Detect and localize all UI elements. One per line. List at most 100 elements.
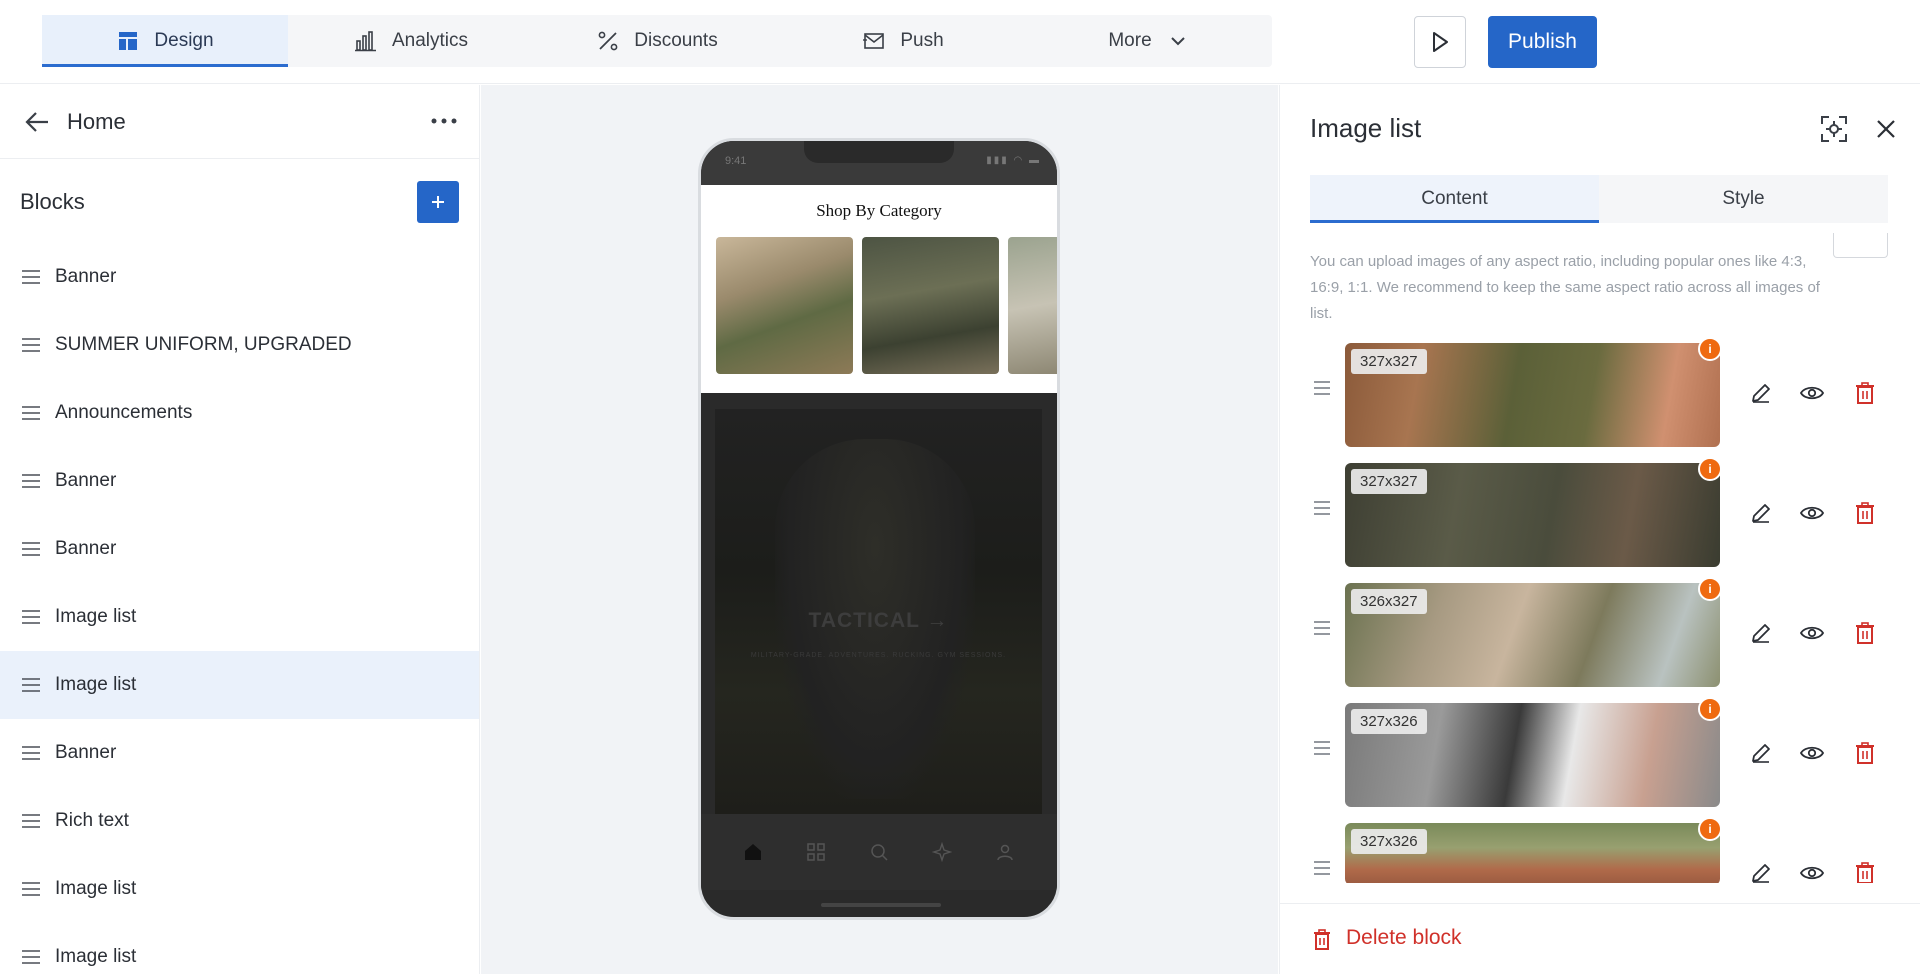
trash-icon[interactable] <box>1853 741 1877 765</box>
drag-handle-icon[interactable] <box>22 270 40 284</box>
edit-pencil-icon[interactable] <box>1749 741 1773 765</box>
tab-label: Discounts <box>634 30 718 51</box>
drag-handle-icon[interactable] <box>22 746 40 760</box>
block-label: Image list <box>55 946 137 967</box>
block-item[interactable]: SUMMER UNIFORM, UPGRADED <box>0 311 479 379</box>
sparkle-icon[interactable] <box>932 842 953 862</box>
block-item[interactable]: Image list <box>0 855 479 923</box>
partial-input-field[interactable] <box>1833 233 1888 258</box>
image-size-badge: 327x327 <box>1351 469 1427 494</box>
edit-pencil-icon[interactable] <box>1749 501 1773 525</box>
tab-style[interactable]: Style <box>1599 175 1888 223</box>
drag-handle-icon[interactable] <box>1314 621 1330 635</box>
play-icon <box>1433 32 1448 52</box>
more-dots-icon[interactable] <box>430 115 458 127</box>
drag-handle-icon[interactable] <box>22 950 40 964</box>
block-label: Image list <box>55 878 137 899</box>
category-image[interactable] <box>716 237 853 374</box>
trash-icon[interactable] <box>1853 501 1877 525</box>
phone-preview[interactable]: 9:41 ▮▮▮ ◠ ▬ Shop By Category TACTICAL →… <box>698 138 1060 920</box>
panel-title: Image list <box>1310 113 1422 143</box>
eye-icon[interactable] <box>1800 621 1824 645</box>
edit-pencil-icon[interactable] <box>1749 381 1773 405</box>
panel-tabs: Content Style <box>1310 175 1888 223</box>
drag-handle-icon[interactable] <box>1314 741 1330 755</box>
drag-handle-icon[interactable] <box>22 406 40 420</box>
info-icon[interactable]: i <box>1698 817 1722 841</box>
info-icon[interactable]: i <box>1698 577 1722 601</box>
eye-icon[interactable] <box>1800 741 1824 765</box>
tab-design[interactable]: Design <box>42 15 288 67</box>
block-label: Image list <box>55 674 137 695</box>
drag-handle-icon[interactable] <box>1314 501 1330 515</box>
block-item[interactable]: Image list <box>0 583 479 651</box>
shop-section-title: Shop By Category <box>816 201 942 220</box>
close-icon[interactable] <box>1875 118 1897 140</box>
block-item[interactable]: Banner <box>0 719 479 787</box>
add-block-button[interactable] <box>417 181 459 223</box>
panel-footer: Delete block <box>1280 903 1920 974</box>
info-icon[interactable]: i <box>1698 457 1722 481</box>
blocks-title: Blocks <box>20 189 85 214</box>
focus-target-icon[interactable] <box>1820 115 1848 143</box>
tab-content[interactable]: Content <box>1310 175 1599 223</box>
panel-content[interactable]: You can upload images of any aspect rati… <box>1280 233 1920 883</box>
tactical-banner[interactable]: TACTICAL → MILITARY-GRADE. ADVENTURES. R… <box>715 409 1042 814</box>
block-item[interactable]: Image list <box>0 923 479 974</box>
edit-pencil-icon[interactable] <box>1749 861 1773 883</box>
tab-more[interactable]: More <box>1026 15 1272 67</box>
image-list-item: 327x327 i <box>1280 333 1920 447</box>
chevron-down-icon <box>1170 37 1185 46</box>
eye-icon[interactable] <box>1800 861 1824 883</box>
block-item[interactable]: Banner <box>0 243 479 311</box>
block-item-selected[interactable]: Image list <box>0 651 479 719</box>
blocks-sidebar: Home Blocks Banner SUMMER UNIFORM, UPGRA… <box>0 85 480 974</box>
block-item[interactable]: Banner <box>0 447 479 515</box>
drag-handle-icon[interactable] <box>22 610 40 624</box>
drag-handle-icon[interactable] <box>1314 381 1330 395</box>
top-bar: Design Analytics Discounts Push More Pub… <box>0 0 1920 84</box>
drag-handle-icon[interactable] <box>22 882 40 896</box>
trash-icon[interactable] <box>1853 381 1877 405</box>
block-item[interactable]: Rich text <box>0 787 479 855</box>
block-label: Banner <box>55 742 117 763</box>
tab-analytics[interactable]: Analytics <box>288 15 534 67</box>
tab-push[interactable]: Push <box>780 15 1026 67</box>
shop-by-category-section[interactable]: Shop By Category <box>701 185 1057 393</box>
image-size-badge: 326x327 <box>1351 589 1427 614</box>
block-list: Banner SUMMER UNIFORM, UPGRADED Announce… <box>0 243 479 974</box>
block-item[interactable]: Banner <box>0 515 479 583</box>
edit-pencil-icon[interactable] <box>1749 621 1773 645</box>
drag-handle-icon[interactable] <box>22 678 40 692</box>
tab-label: Analytics <box>391 30 469 51</box>
trash-icon[interactable] <box>1853 621 1877 645</box>
drag-handle-icon[interactable] <box>22 474 40 488</box>
grid-icon[interactable] <box>806 842 826 862</box>
block-item[interactable]: Announcements <box>0 379 479 447</box>
category-image[interactable] <box>862 237 999 374</box>
drag-handle-icon[interactable] <box>1314 861 1330 875</box>
image-size-badge: 327x326 <box>1351 829 1427 854</box>
tab-label: More <box>1108 30 1152 51</box>
arrow-left-icon[interactable] <box>24 110 50 134</box>
preview-play-button[interactable] <box>1414 16 1466 68</box>
trash-icon[interactable] <box>1312 929 1332 951</box>
drag-handle-icon[interactable] <box>22 338 40 352</box>
publish-button[interactable]: Publish <box>1488 16 1597 68</box>
info-icon[interactable]: i <box>1698 697 1722 721</box>
delete-block-button[interactable]: Delete block <box>1346 926 1462 950</box>
trash-icon[interactable] <box>1853 861 1877 883</box>
block-settings-panel: Image list Content Style You can upload … <box>1279 85 1920 974</box>
eye-icon[interactable] <box>1800 501 1824 525</box>
drag-handle-icon[interactable] <box>22 814 40 828</box>
info-icon[interactable]: i <box>1698 337 1722 361</box>
category-image[interactable] <box>1008 237 1057 374</box>
home-icon[interactable] <box>743 842 763 862</box>
eye-icon[interactable] <box>1800 381 1824 405</box>
status-time: 9:41 <box>725 155 747 167</box>
search-icon[interactable] <box>869 842 889 862</box>
tab-discounts[interactable]: Discounts <box>534 15 780 67</box>
drag-handle-icon[interactable] <box>22 542 40 556</box>
status-icons: ▮▮▮ ◠ ▬ <box>986 155 1041 166</box>
user-icon[interactable] <box>995 842 1015 862</box>
